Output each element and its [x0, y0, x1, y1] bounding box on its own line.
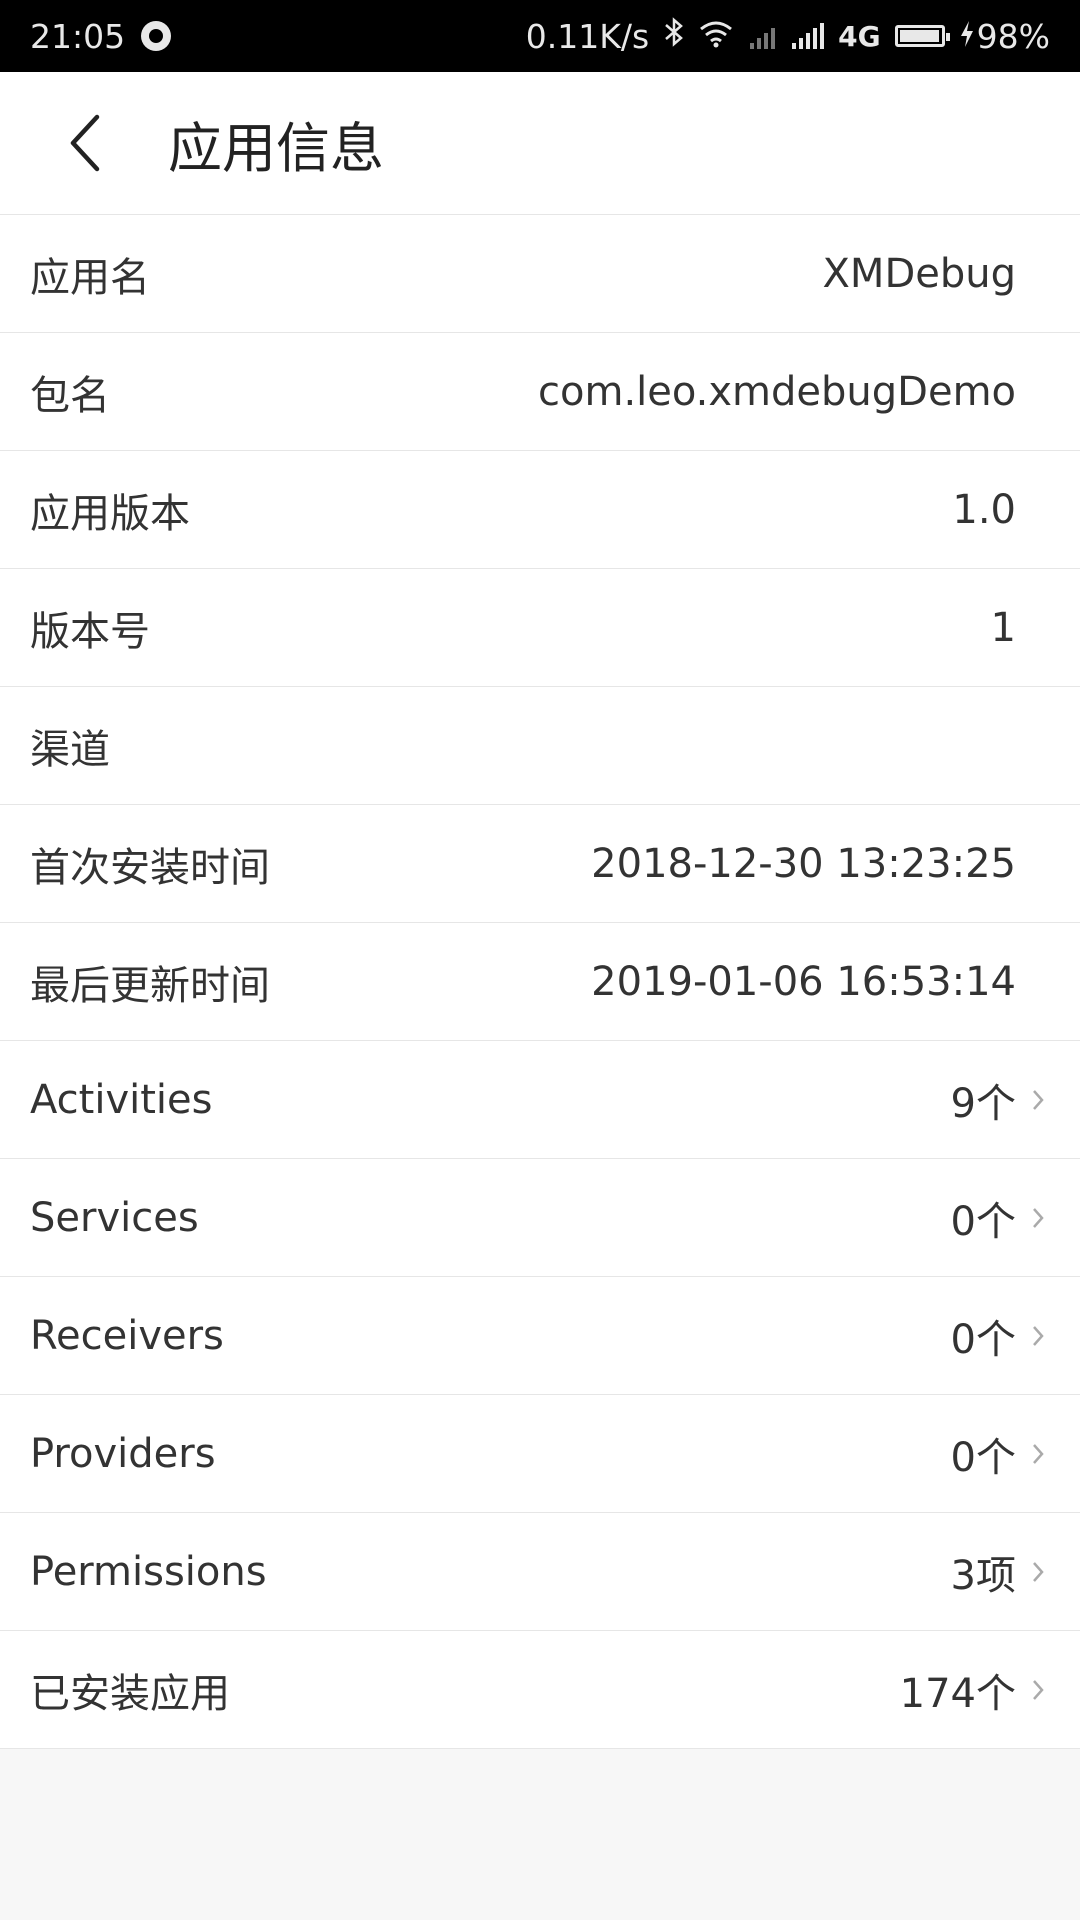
row-providers[interactable]: Providers 0个 [0, 1395, 1080, 1513]
row-label: 渠道 [30, 726, 110, 773]
app-bar: 应用信息 [0, 72, 1080, 215]
row-count: 0个 [950, 1198, 1016, 1245]
row-label: 已安装应用 [30, 1670, 230, 1717]
network-speed: 0.11K/s [525, 16, 650, 56]
row-label: 应用名 [30, 254, 150, 301]
battery-percent: 98% [976, 16, 1050, 56]
charging-icon [959, 17, 975, 56]
app-info-list: 应用名 XMDebug 包名 com.leo.xmdebugDemo 应用版本 … [0, 215, 1080, 1749]
info-row-first-install-time: 首次安装时间 2018-12-30 13:23:25 [0, 805, 1080, 923]
chevron-right-icon [1026, 1203, 1050, 1233]
record-icon [141, 21, 172, 51]
row-value: com.leo.xmdebugDemo [538, 368, 1016, 415]
bluetooth-icon [663, 16, 685, 56]
back-button[interactable] [30, 72, 140, 215]
chevron-right-icon [1026, 1557, 1050, 1587]
row-label: 最后更新时间 [30, 962, 270, 1009]
row-label: 包名 [30, 372, 110, 419]
row-activities[interactable]: Activities 9个 [0, 1041, 1080, 1159]
row-label: Activities [30, 1076, 213, 1123]
info-row-channel: 渠道 [0, 687, 1080, 805]
row-value: 2018-12-30 13:23:25 [591, 840, 1016, 887]
row-services[interactable]: Services 0个 [0, 1159, 1080, 1277]
row-receivers[interactable]: Receivers 0个 [0, 1277, 1080, 1395]
info-row-app-version: 应用版本 1.0 [0, 451, 1080, 569]
row-count: 9个 [950, 1080, 1016, 1127]
info-row-package-name: 包名 com.leo.xmdebugDemo [0, 333, 1080, 451]
network-type: 4G [838, 19, 881, 53]
chevron-right-icon [1026, 1675, 1050, 1705]
row-value: 1.0 [952, 486, 1016, 533]
row-label: 应用版本 [30, 490, 190, 537]
chevron-right-icon [1026, 1439, 1050, 1469]
page-title: 应用信息 [168, 116, 384, 180]
info-row-version-code: 版本号 1 [0, 569, 1080, 687]
row-label: Providers [30, 1430, 216, 1477]
chevron-right-icon [1026, 1321, 1050, 1351]
row-count: 0个 [950, 1434, 1016, 1481]
row-value: 1 [990, 604, 1016, 651]
row-value: 2019-01-06 16:53:14 [591, 958, 1016, 1005]
row-permissions[interactable]: Permissions 3项 [0, 1513, 1080, 1631]
info-row-last-update-time: 最后更新时间 2019-01-06 16:53:14 [0, 923, 1080, 1041]
row-count: 0个 [950, 1316, 1016, 1363]
signal-icon-sim1 [747, 23, 776, 49]
row-label: 首次安装时间 [30, 844, 270, 891]
chevron-right-icon [1026, 1085, 1050, 1115]
signal-icon [789, 23, 825, 49]
chevron-left-icon [70, 114, 100, 172]
row-installed-apps[interactable]: 已安装应用 174个 [0, 1631, 1080, 1749]
info-row-app-name: 应用名 XMDebug [0, 215, 1080, 333]
battery-fill [899, 30, 939, 42]
row-label: Services [30, 1194, 199, 1241]
wifi-icon [699, 17, 733, 56]
status-time: 21:05 [30, 16, 126, 56]
row-value: XMDebug [822, 250, 1016, 297]
row-count: 3项 [950, 1552, 1016, 1599]
row-count: 174个 [899, 1670, 1016, 1717]
row-label: 版本号 [30, 608, 150, 655]
battery-icon [894, 25, 950, 47]
row-label: Permissions [30, 1548, 267, 1595]
status-bar: 21:05 0.11K/s 4G 98% [0, 0, 1080, 72]
row-label: Receivers [30, 1312, 224, 1359]
